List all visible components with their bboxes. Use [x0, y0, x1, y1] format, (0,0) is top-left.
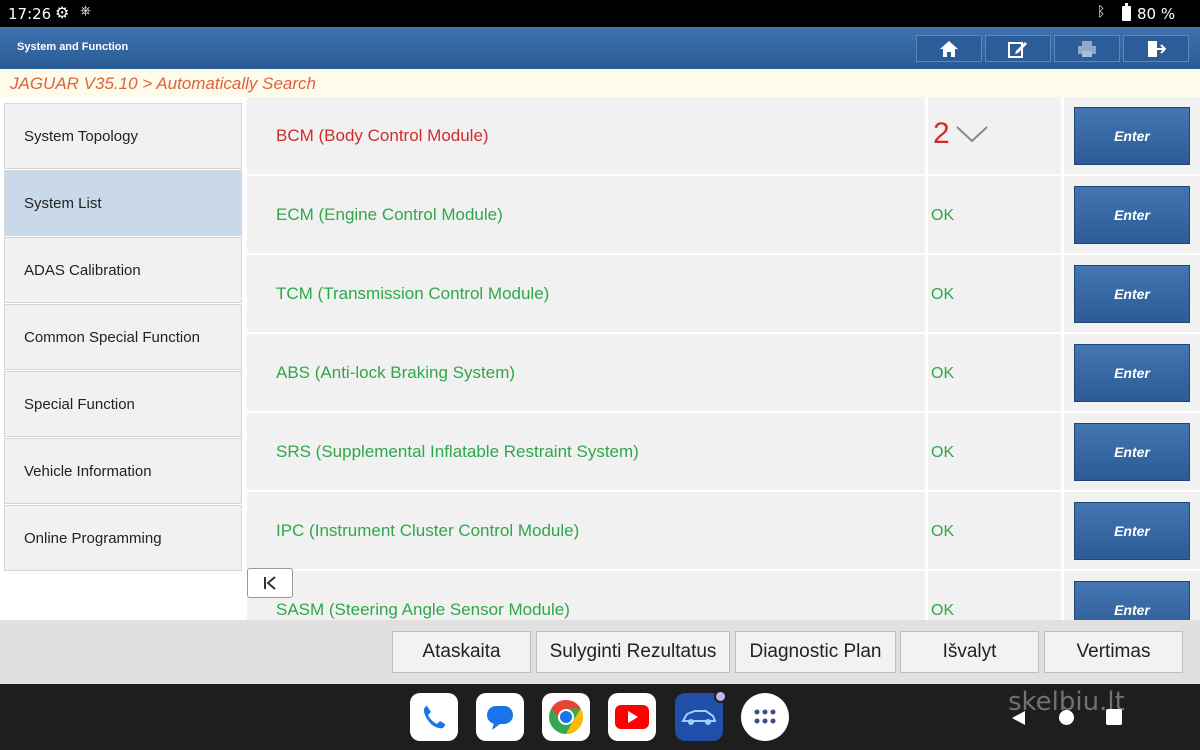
system-status-cell[interactable]: 2	[928, 97, 1061, 174]
sidebar-item-label: ADAS Calibration	[24, 261, 141, 279]
phone-app-icon[interactable]	[410, 693, 458, 741]
translate-button[interactable]: Vertimas	[1044, 631, 1183, 673]
system-status: OK	[928, 492, 1061, 569]
system-status: OK	[928, 413, 1061, 490]
phone-icon	[423, 706, 445, 729]
system-name: SASM (Steering Angle Sensor Module)	[247, 571, 925, 620]
diagnostic-app-icon[interactable]	[675, 690, 727, 741]
enter-button[interactable]: Enter	[1074, 265, 1190, 323]
fault-count: 2	[933, 117, 950, 150]
compare-results-button[interactable]: Sulyginti Rezultatus	[536, 631, 730, 673]
chrome-icon	[549, 700, 583, 734]
print-button[interactable]	[1054, 35, 1120, 62]
system-name: ECM (Engine Control Module)	[247, 176, 925, 253]
sidebar-item-vehicle-information[interactable]: Vehicle Information	[4, 438, 242, 504]
system-status: OK	[928, 571, 1061, 620]
system-status: OK	[928, 176, 1061, 253]
edit-report-button[interactable]	[985, 35, 1051, 62]
sidebar-item-label: System List	[24, 194, 102, 212]
sidebar-item-online-programming[interactable]: Online Programming	[4, 505, 242, 571]
system-row-ecm[interactable]: ECM (Engine Control Module) OK Enter	[247, 176, 1200, 253]
notification-dot	[714, 690, 727, 703]
enter-cell: Enter	[1064, 255, 1200, 332]
usb-debug-icon: ⎈	[80, 3, 92, 19]
enter-button[interactable]: Enter	[1074, 502, 1190, 560]
sidebar-item-label: Common Special Function	[24, 328, 200, 346]
back-icon[interactable]	[1010, 710, 1026, 726]
sidebar-item-special-function[interactable]: Special Function	[4, 371, 242, 437]
system-name: TCM (Transmission Control Module)	[247, 255, 925, 332]
settings-gear-icon: ⚙	[55, 3, 70, 22]
app-header: System and Function	[0, 27, 1200, 69]
sidebar-item-label: Vehicle Information	[24, 462, 152, 480]
sidebar-item-label: System Topology	[24, 127, 138, 145]
bluetooth-icon: ᛒ	[1097, 4, 1106, 20]
messages-app-icon[interactable]	[476, 693, 524, 741]
status-bar: 17:26 ⚙ ⎈ ᛒ 80 %	[0, 0, 1200, 27]
chrome-app-icon[interactable]	[542, 693, 590, 741]
recent-apps-icon[interactable]	[1106, 709, 1122, 725]
system-row-bcm[interactable]: BCM (Body Control Module) 2 Enter	[247, 97, 1200, 174]
exit-button[interactable]	[1123, 35, 1189, 62]
sidebar-item-label: Online Programming	[24, 529, 162, 547]
breadcrumb: JAGUAR V35.10 > Automatically Search	[0, 69, 1200, 97]
system-row-abs[interactable]: ABS (Anti-lock Braking System) OK Enter	[247, 334, 1200, 411]
diagnostic-plan-button[interactable]: Diagnostic Plan	[735, 631, 896, 673]
enter-button[interactable]: Enter	[1074, 186, 1190, 244]
page-title: System and Function	[17, 41, 129, 53]
system-name: SRS (Supplemental Inflatable Restraint S…	[247, 413, 925, 490]
clear-button[interactable]: Išvalyt	[900, 631, 1039, 673]
system-name: IPC (Instrument Cluster Control Module)	[247, 492, 925, 569]
system-row-srs[interactable]: SRS (Supplemental Inflatable Restraint S…	[247, 413, 1200, 490]
home-nav-icon[interactable]	[1059, 710, 1074, 725]
report-button[interactable]: Ataskaita	[392, 631, 531, 673]
youtube-icon	[615, 705, 649, 729]
enter-button[interactable]: Enter	[1074, 107, 1190, 165]
enter-button[interactable]: Enter	[1074, 344, 1190, 402]
enter-cell: Enter	[1064, 571, 1200, 620]
edit-icon	[1008, 41, 1027, 58]
apps-grid-icon	[754, 709, 776, 724]
youtube-app-icon[interactable]	[608, 693, 656, 741]
app-drawer-button[interactable]	[741, 693, 789, 741]
enter-button[interactable]: Enter	[1074, 581, 1190, 620]
system-row-tcm[interactable]: TCM (Transmission Control Module) OK Ent…	[247, 255, 1200, 332]
system-row-ipc[interactable]: IPC (Instrument Cluster Control Module) …	[247, 492, 1200, 569]
sidebar-item-label: Special Function	[24, 395, 135, 413]
enter-cell: Enter	[1064, 492, 1200, 569]
status-time: 17:26	[8, 5, 52, 23]
sidebar-item-system-topology[interactable]: System Topology	[4, 103, 242, 169]
battery-icon	[1122, 3, 1131, 21]
system-row-sasm[interactable]: SASM (Steering Angle Sensor Module) OK E…	[247, 571, 1200, 620]
navigation-bar: skelbiu.lt	[0, 684, 1200, 750]
enter-button[interactable]: Enter	[1074, 423, 1190, 481]
home-button[interactable]	[916, 35, 982, 62]
system-status: OK	[928, 255, 1061, 332]
enter-cell: Enter	[1064, 413, 1200, 490]
main-content: System Topology System List ADAS Calibra…	[0, 97, 1200, 620]
collapse-sidebar-button[interactable]	[247, 568, 293, 598]
sidebar-item-system-list[interactable]: System List	[4, 170, 242, 236]
chevron-down-icon[interactable]	[955, 125, 989, 143]
printer-icon	[1078, 40, 1096, 57]
battery-percent: 80 %	[1137, 5, 1176, 23]
system-name: ABS (Anti-lock Braking System)	[247, 334, 925, 411]
sidebar-item-adas-calibration[interactable]: ADAS Calibration	[4, 237, 242, 303]
sidebar: System Topology System List ADAS Calibra…	[4, 103, 242, 572]
enter-cell: Enter	[1064, 176, 1200, 253]
sidebar-item-common-special-function[interactable]: Common Special Function	[4, 304, 242, 370]
system-status: OK	[928, 334, 1061, 411]
exit-icon	[1148, 40, 1166, 57]
car-icon	[681, 710, 717, 725]
enter-cell: Enter	[1064, 334, 1200, 411]
home-icon	[940, 40, 958, 57]
bottom-toolbar: Ataskaita Sulyginti Rezultatus Diagnosti…	[0, 620, 1200, 684]
messages-icon	[487, 706, 513, 730]
enter-cell: Enter	[1064, 97, 1200, 174]
system-name: BCM (Body Control Module)	[247, 97, 925, 174]
collapse-left-icon	[264, 576, 276, 590]
